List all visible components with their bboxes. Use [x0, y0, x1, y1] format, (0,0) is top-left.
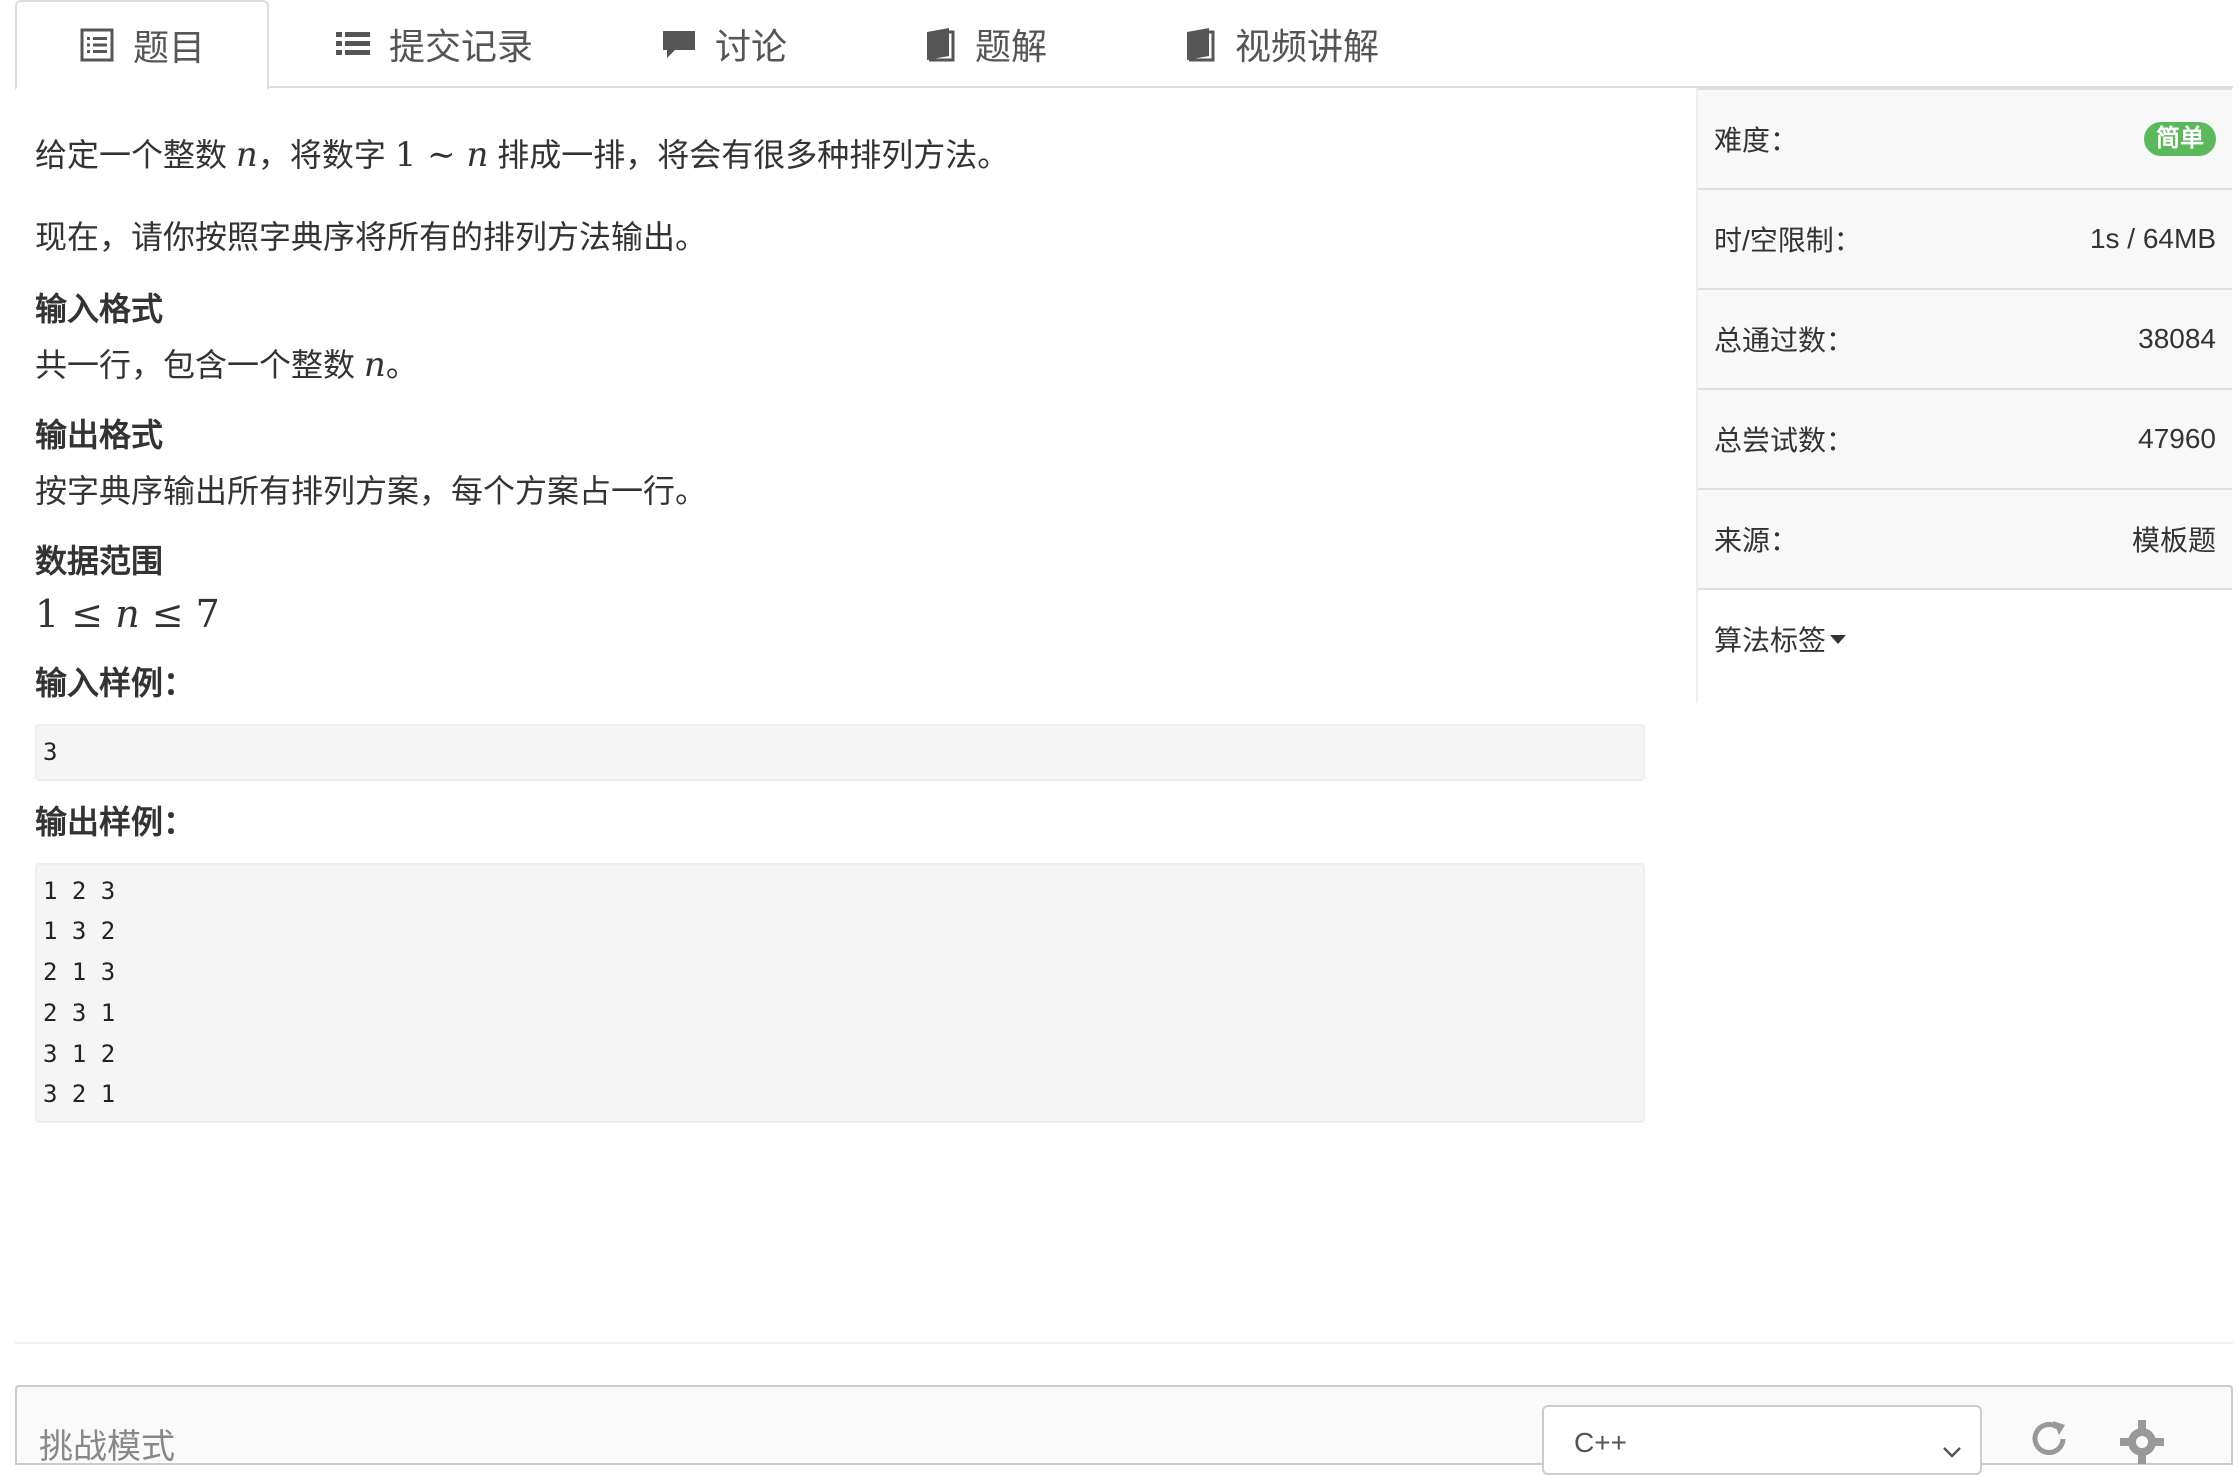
attempts-row: 总尝试数： 47960 [1698, 388, 2232, 488]
limit-row: 时/空限制： 1s / 64MB [1698, 188, 2232, 288]
math-one: 1 [394, 135, 417, 175]
language-select[interactable]: C++ [1542, 1405, 1982, 1475]
sample-input: 3 [35, 724, 1645, 781]
source-value: 模板题 [2131, 525, 2216, 556]
input-text: 共一行，包含一个整数 [35, 347, 364, 383]
source-row: 来源： 模板题 [1698, 488, 2232, 588]
source-label: 来源： [1714, 525, 1799, 556]
tab-problem-label: 题目 [133, 27, 206, 68]
divider [15, 1342, 2233, 1344]
range-le: ≤ [59, 592, 116, 636]
sample-input-heading: 输入样例： [35, 665, 196, 701]
problem-content: 给定一个整数 n，将数字 1 ∼ n 排成一排，将会有很多种排列方法。 现在，请… [35, 130, 1645, 1123]
sample-output-heading: 输出样例： [35, 803, 196, 840]
attempts-label: 总尝试数： [1714, 425, 1855, 456]
comment-icon [661, 26, 697, 62]
statement-text: 给定一个整数 [35, 137, 236, 173]
range-max: 7 [195, 592, 220, 636]
limit-label: 时/空限制： [1714, 225, 1862, 256]
code-editor-toolbar: 挑战模式 C++ [15, 1385, 2233, 1475]
passed-row: 总通过数： 38084 [1698, 288, 2232, 388]
statement-text: 排成一排，将会有很多种排列方法。 [488, 137, 1010, 173]
difficulty-badge: 简单 [2144, 122, 2216, 156]
input-format-desc: 共一行，包含一个整数 n。 [35, 340, 1645, 390]
passed-label: 总通过数： [1714, 325, 1855, 356]
difficulty-label: 难度： [1714, 125, 1799, 156]
range-min: 1 [35, 592, 60, 636]
tab-solutions-label: 题解 [975, 26, 1048, 67]
limit-value: 1s / 64MB [2089, 223, 2216, 254]
list-icon [335, 26, 371, 62]
math-n: n [115, 592, 140, 636]
problem-tabs: 题目 提交记录 讨论 题解 视频讲解 [15, 0, 2233, 90]
algorithm-tags-dropdown[interactable]: 算法标签 [1698, 588, 2232, 688]
refresh-icon[interactable] [2027, 1417, 2071, 1466]
problem-info-sidebar: 难度： 简单 时/空限制： 1s / 64MB 总通过数： 38084 总尝试数… [1696, 88, 2232, 703]
tab-problem[interactable]: 题目 [15, 0, 269, 90]
difficulty-row: 难度： 简单 [1698, 88, 2232, 188]
statement-text: ，将数字 [257, 137, 395, 173]
tab-submissions-label: 提交记录 [389, 26, 534, 67]
range-le: ≤ [139, 592, 196, 636]
output-format-desc: 按字典序输出所有排列方案，每个方案占一行。 [35, 473, 708, 509]
math-n: n [235, 135, 258, 175]
algorithm-tags-label: 算法标签 [1714, 625, 1827, 656]
math-tilde: ∼ [416, 135, 467, 175]
input-format-heading: 输入格式 [35, 291, 164, 327]
tab-submissions[interactable]: 提交记录 [335, 0, 533, 88]
challenge-mode-toggle[interactable]: 挑战模式 [39, 1419, 175, 1468]
tab-discussion-label: 讨论 [715, 26, 788, 67]
list-alt-icon [79, 27, 115, 63]
math-n: n [363, 345, 386, 385]
math-n: n [466, 135, 489, 175]
tab-discussion[interactable]: 讨论 [661, 0, 787, 88]
book-icon [1181, 26, 1217, 62]
attempts-value: 47960 [2138, 423, 2216, 454]
sample-output: 1 2 3 1 3 2 2 1 3 2 3 1 3 1 2 3 2 1 [35, 862, 1645, 1123]
output-format-heading: 输出格式 [35, 417, 164, 453]
problem-statement: 给定一个整数 n，将数字 1 ∼ n 排成一排，将会有很多种排列方法。 [35, 130, 1645, 180]
data-range: 1 ≤ n ≤ 7 [35, 586, 1645, 642]
book-icon [921, 26, 957, 62]
chevron-down-icon [1942, 1433, 1962, 1465]
caret-down-icon [1830, 634, 1847, 644]
data-range-heading: 数据范围 [35, 543, 164, 579]
tab-solutions[interactable]: 题解 [921, 0, 1047, 88]
tab-video[interactable]: 视频讲解 [1181, 0, 1379, 88]
input-text: 。 [385, 347, 418, 383]
tab-video-label: 视频讲解 [1235, 26, 1380, 67]
language-value: C++ [1574, 1427, 1627, 1458]
passed-value: 38084 [2138, 323, 2216, 354]
problem-statement-2: 现在，请你按照字典序将所有的排列方法输出。 [35, 219, 708, 255]
